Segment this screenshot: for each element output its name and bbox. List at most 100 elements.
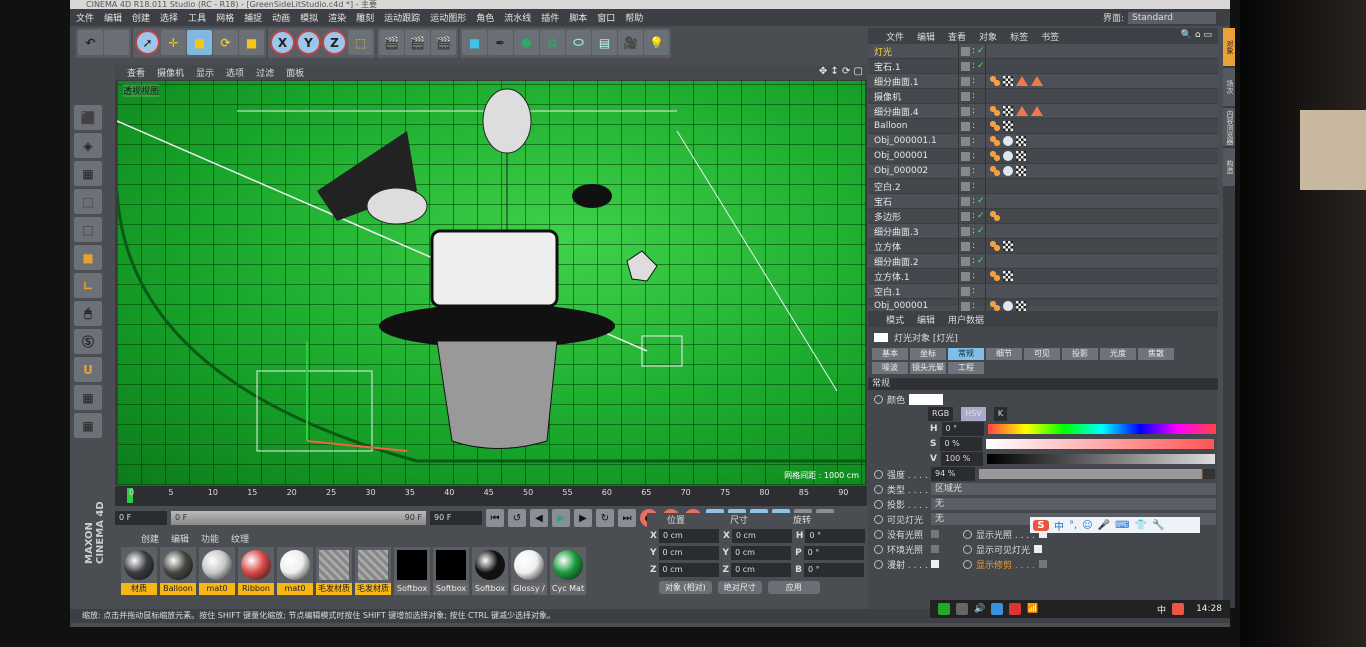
tweak-icon[interactable]: 🖱 (74, 301, 102, 326)
object-row[interactable]: 宝石: ✓ (868, 193, 1218, 209)
tab-10[interactable]: 工程 (948, 362, 984, 374)
object-row[interactable]: 空白.2: (868, 178, 1218, 194)
mball-tag-icon[interactable] (1003, 136, 1013, 146)
material-swatch[interactable]: Softbox (472, 547, 508, 595)
mball-tag-icon[interactable] (1003, 301, 1013, 311)
layer-icon[interactable] (961, 91, 970, 101)
enabled-check-icon[interactable]: ✓ (977, 61, 985, 71)
object-name[interactable]: 灯光 (868, 45, 958, 58)
dock-tab[interactable]: 对象 (1223, 28, 1235, 66)
dock-tab[interactable]: 内容浏览器 (1223, 108, 1235, 146)
tri-tag-icon[interactable] (1016, 106, 1028, 116)
visibility-dots-icon[interactable]: : (972, 226, 975, 236)
layer-icon[interactable] (961, 286, 970, 296)
menu-item[interactable]: 窗口 (597, 11, 615, 24)
material-swatch[interactable]: mat0 (199, 547, 235, 595)
object-name[interactable]: Obj_000001 (868, 301, 958, 311)
object-name[interactable]: Obj_000001.1 (868, 136, 958, 146)
menu-item[interactable]: 运动跟踪 (384, 11, 420, 24)
tab-0[interactable]: 基本 (872, 348, 908, 360)
menu-item[interactable]: 角色 (476, 11, 494, 24)
menu-item[interactable]: 选择 (160, 11, 178, 24)
anim-radio[interactable] (874, 514, 883, 524)
object-name[interactable]: 细分曲面.3 (868, 225, 958, 238)
anim-radio[interactable] (963, 529, 972, 539)
layer-icon[interactable] (961, 76, 970, 86)
object-name[interactable]: 空白.2 (868, 180, 958, 193)
camera-icon[interactable]: 🎥 (618, 30, 643, 55)
object-name[interactable]: 细分曲面.2 (868, 255, 958, 268)
material-menu-item[interactable]: 创建 (141, 532, 159, 545)
tex-tag-icon[interactable] (1016, 166, 1026, 176)
go-to-start-icon[interactable]: ⏮ (486, 509, 504, 527)
coord-field[interactable]: 0 cm (731, 546, 792, 560)
layer-icon[interactable] (961, 166, 970, 176)
subdivision-icon[interactable]: ⬢ (514, 30, 539, 55)
prev-frame-icon[interactable]: ◀ (530, 509, 548, 527)
menu-item[interactable]: 工具 (188, 11, 206, 24)
viewport-nav-icons[interactable]: ✥ ↕ ⟳ ▢ (819, 66, 863, 77)
object-name[interactable]: Obj_000002 (868, 166, 958, 176)
lock-workplane-icon[interactable]: ▦ (74, 385, 102, 410)
object-name[interactable]: Balloon (868, 121, 958, 131)
tab-5[interactable]: 投影 (1062, 348, 1098, 360)
object-name[interactable]: 立方体.1 (868, 270, 958, 283)
model-mode-icon[interactable]: ⬛ (74, 105, 102, 130)
shadow-dropdown[interactable]: 无 (931, 498, 1216, 510)
object-row[interactable]: Obj_000001: (868, 148, 1218, 164)
anim-radio[interactable] (874, 484, 883, 494)
snap-icon[interactable]: Ⓢ (74, 329, 102, 354)
object-row[interactable]: Obj_000001.1: (868, 133, 1218, 149)
object-row[interactable]: 细分曲面.2: ✓ (868, 253, 1218, 269)
play-icon[interactable]: ▶ (552, 509, 570, 527)
menu-item[interactable]: 创建 (132, 11, 150, 24)
phong-tag-icon[interactable] (990, 136, 1000, 146)
object-row[interactable]: 摄像机: (868, 88, 1218, 104)
attribute-menu-item[interactable]: 模式 (886, 313, 904, 326)
taskbar-lang[interactable]: 中 (1157, 603, 1166, 616)
tri-tag-icon[interactable] (1031, 106, 1043, 116)
start-frame-field[interactable]: 0 F (115, 511, 167, 525)
render-picture-viewer-icon[interactable]: 🎬 (405, 30, 430, 55)
visibility-dots-icon[interactable]: : (972, 301, 975, 311)
tex-tag-icon[interactable] (1016, 301, 1026, 311)
menu-item[interactable]: 网格 (216, 11, 234, 24)
timeline-ruler[interactable]: 0 5 10 15 20 25 30 35 40 45 50 55 60 65 70 75 80 85 90 (115, 486, 867, 506)
z-axis-button[interactable]: Z (322, 30, 347, 55)
object-row[interactable]: 立方体.1: (868, 268, 1218, 284)
object-row[interactable]: 多边形: ✓ (868, 208, 1218, 224)
tab-1[interactable]: 坐标 (910, 348, 946, 360)
anim-radio[interactable] (874, 469, 883, 479)
visibility-dots-icon[interactable]: : (972, 286, 975, 296)
checkbox[interactable] (931, 545, 939, 553)
object-row[interactable]: 立方体: (868, 238, 1218, 254)
tex-tag-icon[interactable] (1003, 241, 1013, 251)
enabled-check-icon[interactable]: ✓ (977, 46, 985, 56)
object-menu-item[interactable]: 对象 (979, 30, 997, 43)
object-name[interactable]: 多边形 (868, 210, 958, 223)
hue-slider[interactable] (987, 424, 1216, 434)
coord-field[interactable]: 0 ° (803, 563, 864, 577)
mball-tag-icon[interactable] (1003, 151, 1013, 161)
workplane-icon[interactable]: ▦ (74, 161, 102, 186)
layer-icon[interactable] (961, 211, 970, 221)
cube-icon[interactable]: ■ (462, 30, 487, 55)
visibility-dots-icon[interactable]: : (972, 211, 975, 221)
anim-radio[interactable] (874, 499, 883, 509)
color-mode-rgb[interactable]: RGB (928, 407, 954, 421)
clock[interactable]: 14:28 (1196, 604, 1230, 614)
apply-button[interactable]: 应用 (767, 581, 820, 594)
dock-tab[interactable]: 场次 (1223, 68, 1235, 106)
security-icon[interactable] (1009, 603, 1022, 615)
visibility-dots-icon[interactable]: : (972, 196, 975, 206)
tab-6[interactable]: 光度 (1100, 348, 1136, 360)
visibility-dots-icon[interactable]: : (972, 256, 975, 266)
layer-icon[interactable] (961, 61, 970, 71)
anim-radio[interactable] (963, 559, 972, 569)
magnet-icon[interactable]: U (74, 357, 102, 382)
select-icon[interactable]: ➚ (135, 30, 160, 55)
anim-radio[interactable] (874, 544, 883, 554)
object-menu-item[interactable]: 标签 (1010, 30, 1028, 43)
material-swatch[interactable]: Balloon (160, 547, 196, 595)
undo-icon[interactable]: ↶ (78, 30, 103, 55)
